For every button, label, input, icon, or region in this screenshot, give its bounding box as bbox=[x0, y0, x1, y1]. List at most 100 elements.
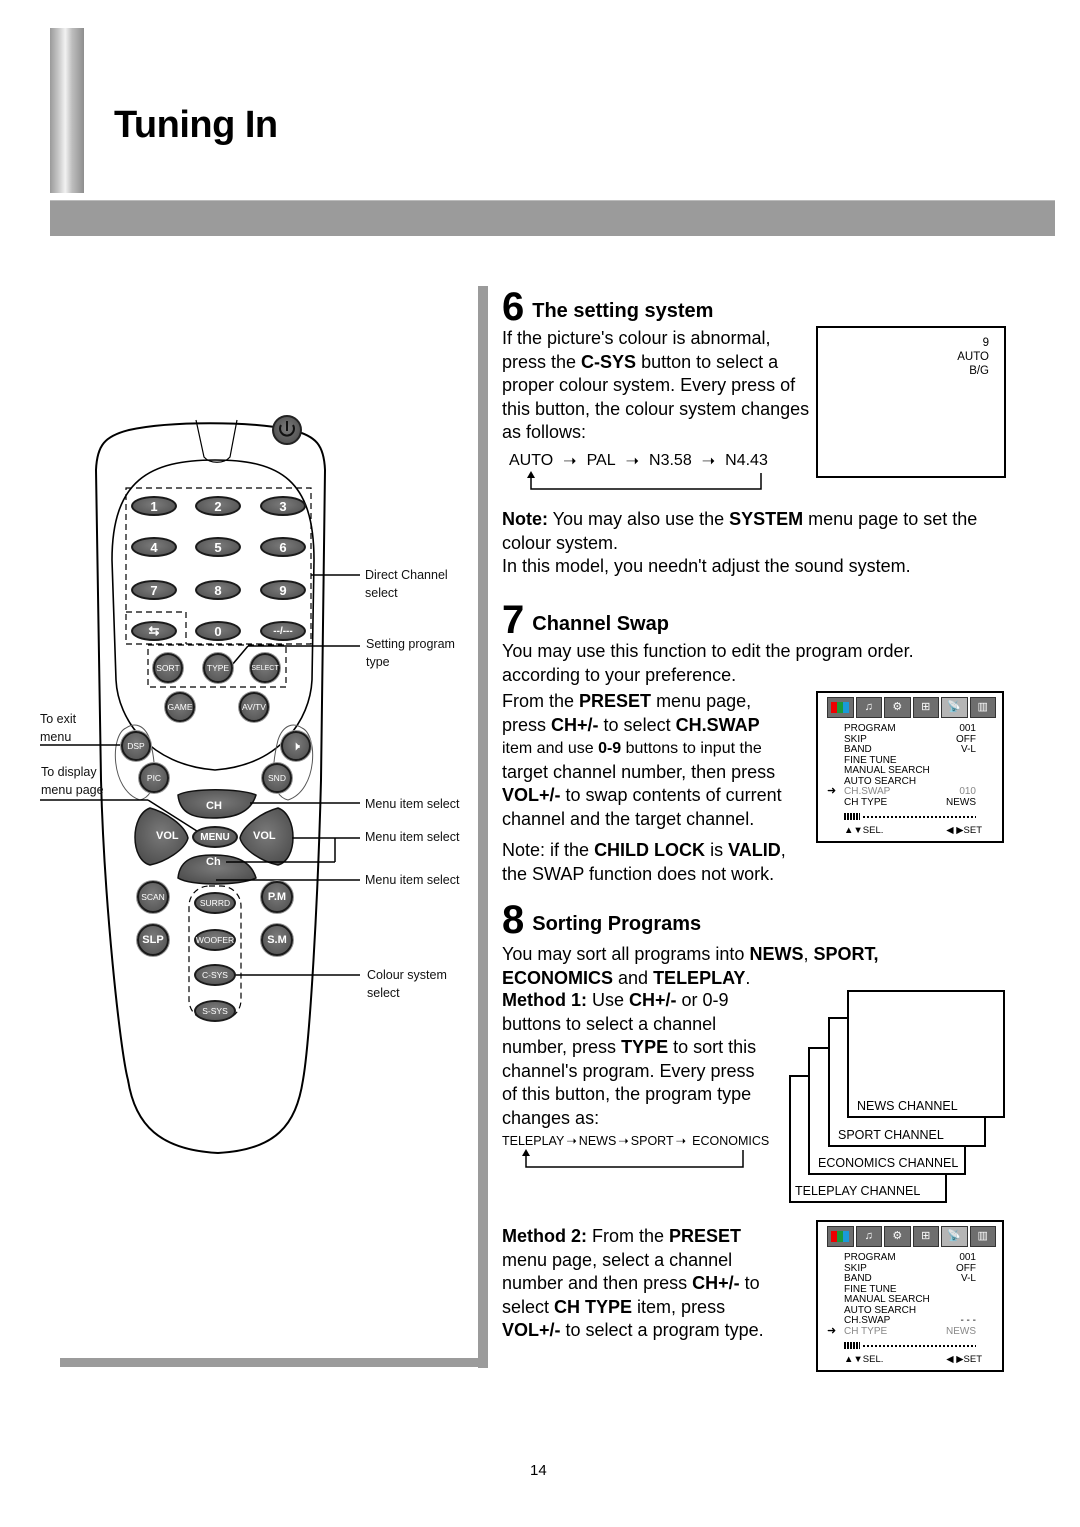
osd-progress-bar bbox=[844, 813, 976, 820]
preset-menu-osd-type: ♫ ⚙ ⊞ 📡 ▥ PROGRAM 001 SKIP OFF BAND V-L FINE T… bbox=[816, 1220, 1004, 1372]
osd-menu-row[interactable]: ➜ CH TYPE NEWS bbox=[827, 1325, 976, 1338]
preset-icon: ⊞ bbox=[912, 1226, 939, 1247]
osd-menu-row[interactable]: PROGRAM 001 bbox=[844, 1252, 976, 1264]
tv-screen-colour-system: 9 AUTO B/G bbox=[816, 326, 1006, 478]
osd-footer: ▲▼SEL. ◀ ▶SET bbox=[844, 1354, 982, 1366]
osd-row-label: MANUAL SEARCH bbox=[844, 765, 930, 776]
recall-arrows-icon: ⇆ bbox=[148, 623, 160, 638]
menu-button[interactable]: MENU bbox=[192, 826, 238, 848]
number-button-8[interactable]: 8 bbox=[195, 580, 241, 600]
section-8-title: Sorting Programs bbox=[532, 913, 702, 935]
number-button-9[interactable]: 9 bbox=[260, 580, 306, 600]
number-button-4[interactable]: 4 bbox=[131, 537, 177, 557]
osd-sel-hint: ▲▼SEL. bbox=[844, 825, 884, 836]
osd-menu-row[interactable]: MANUAL SEARCH bbox=[844, 765, 976, 777]
osd-row-label: MANUAL SEARCH bbox=[844, 1294, 930, 1305]
number-button-3[interactable]: 3 bbox=[260, 496, 306, 516]
ch-down-label: Ch bbox=[206, 856, 221, 868]
osd-tab-icons: ♫ ⚙ ⊞ 📡 ▥ bbox=[827, 1226, 996, 1247]
section-7-number: 7 bbox=[502, 598, 525, 642]
number-button-1[interactable]: 1 bbox=[131, 496, 177, 516]
c-sys-button[interactable]: C-SYS bbox=[194, 964, 236, 986]
number-button-7[interactable]: 7 bbox=[131, 580, 177, 600]
sm-button[interactable]: S.M bbox=[261, 924, 293, 956]
number-button-2[interactable]: 2 bbox=[195, 496, 241, 516]
s-sys-button[interactable]: S-SYS bbox=[194, 1000, 236, 1022]
seq-item: N4.43 bbox=[725, 452, 768, 469]
number-button-0[interactable]: 0 bbox=[195, 621, 241, 641]
section-7-steps: From the PRESET menu page, press CH+/- t… bbox=[502, 691, 782, 829]
seq-item: ECONOMICS bbox=[692, 1133, 770, 1148]
preset-menu-osd-swap: ♫ ⚙ ⊞ 📡 ▥ PROGRAM 001 SKIP OFF BAND V-L FINE T… bbox=[816, 691, 1004, 843]
section-6-number: 6 bbox=[502, 285, 525, 329]
selection-arrow-icon: ➜ bbox=[827, 785, 837, 797]
program-type-sequence: TELEPLAY ➝ NEWS ➝ SPORT ➝ ECONOMICS bbox=[502, 1133, 770, 1149]
callout-setting-program-type: Setting program type bbox=[366, 637, 455, 669]
pm-button[interactable]: P.M bbox=[261, 881, 293, 913]
osd-sel-hint: ▲▼SEL. bbox=[844, 1354, 884, 1365]
number-button-5[interactable]: 5 bbox=[195, 537, 241, 557]
function-icon: ⚙ bbox=[884, 697, 911, 718]
game-button[interactable]: GAME bbox=[165, 692, 195, 722]
osd-row-value: NEWS bbox=[946, 1325, 976, 1337]
page-number: 14 bbox=[530, 1462, 547, 1479]
osd-menu-row[interactable]: PROGRAM 001 bbox=[844, 723, 976, 735]
osd-row-label: CH TYPE bbox=[844, 1325, 888, 1337]
osd-tab-icons: ♫ ⚙ ⊞ 📡 ▥ bbox=[827, 697, 996, 718]
osd-row-label: CH TYPE bbox=[844, 796, 888, 808]
sound-icon: ♫ bbox=[855, 1226, 882, 1247]
osd-row-value: V-L bbox=[960, 744, 976, 755]
osd-menu-row[interactable]: CH TYPE NEWS bbox=[844, 796, 976, 809]
osd-menu-row[interactable]: BAND V-L bbox=[844, 1273, 976, 1285]
section-8-number: 8 bbox=[502, 898, 525, 942]
section-7-intro: You may use this function to edit the pr… bbox=[502, 641, 914, 685]
osd-row-label: BAND bbox=[844, 744, 872, 755]
seq-item: NEWS bbox=[578, 1133, 617, 1148]
sort-button[interactable]: SORT bbox=[153, 653, 183, 683]
slp-button[interactable]: SLP bbox=[137, 924, 169, 956]
picture-icon bbox=[827, 1226, 854, 1247]
function-icon: ⚙ bbox=[884, 1226, 911, 1247]
pic-button[interactable]: PIC bbox=[139, 763, 169, 793]
colour-system-sequence: AUTO ➝ PAL ➝ N3.58 ➝ N4.43 bbox=[509, 452, 768, 470]
osd-menu-row[interactable]: ➜ CH.SWAP 010 bbox=[827, 786, 976, 798]
scan-button[interactable]: SCAN bbox=[137, 881, 169, 913]
type-button[interactable]: TYPE bbox=[203, 653, 233, 683]
section-8-method-1: Method 1: Use CH+/- or 0-9 buttons to se… bbox=[502, 990, 757, 1128]
osd-set-hint: ◀ ▶SET bbox=[946, 1354, 982, 1365]
screen-osd-text: 9 AUTO B/G bbox=[957, 337, 989, 377]
seq-item: AUTO bbox=[509, 452, 554, 469]
section-6-text: If the picture's colour is abnormal, pre… bbox=[502, 328, 810, 442]
section-6-note: Note: You may also use the SYSTEM menu p… bbox=[502, 509, 978, 576]
osd-row-value: 010 bbox=[959, 786, 976, 797]
callout-menu-item-2: Menu item select bbox=[365, 830, 460, 844]
osd-row-label: PROGRAM bbox=[844, 1252, 896, 1263]
osd-menu-row[interactable]: BAND V-L bbox=[844, 744, 976, 756]
osd-progress-bar bbox=[844, 1342, 976, 1349]
surrd-button[interactable]: SURRD bbox=[194, 892, 236, 914]
osd-row-label: BAND bbox=[844, 1273, 872, 1284]
sequence-loop-arrow bbox=[527, 471, 762, 490]
osd-menu-row[interactable]: MANUAL SEARCH bbox=[844, 1294, 976, 1306]
mute-button[interactable]: 🕨 bbox=[281, 731, 311, 761]
av-tv-button[interactable]: AV/TV bbox=[239, 692, 269, 722]
seq-item: N3.58 bbox=[649, 452, 692, 469]
equalizer-icon: ▥ bbox=[969, 697, 996, 718]
section-8-method-2: Method 2: From the PRESET menu page, sel… bbox=[502, 1226, 764, 1340]
dsp-button[interactable]: DSP bbox=[121, 731, 151, 761]
snd-button[interactable]: SND bbox=[262, 763, 292, 793]
osd-row-value: 001 bbox=[959, 1252, 976, 1263]
woofer-button[interactable]: WOOFER bbox=[194, 929, 236, 951]
callout-colour-system: Colour system select bbox=[367, 968, 447, 1000]
callout-direct-channel: Direct Channel select bbox=[365, 568, 448, 600]
digit-mode-button[interactable]: --/--- bbox=[260, 621, 306, 641]
number-button-6[interactable]: 6 bbox=[260, 537, 306, 557]
section-8-heading: 8 Sorting Programs bbox=[502, 898, 701, 943]
type-loop-arrow bbox=[522, 1149, 744, 1168]
osd-row-value: - - - bbox=[960, 1315, 976, 1326]
callout-menu-item-1: Menu item select bbox=[365, 797, 460, 811]
recall-button[interactable]: ⇆ bbox=[131, 621, 177, 641]
section-7-title: Channel Swap bbox=[532, 613, 669, 635]
osd-menu-row[interactable]: CH.SWAP - - - bbox=[844, 1315, 976, 1327]
select-button[interactable]: SELECT bbox=[250, 653, 280, 683]
